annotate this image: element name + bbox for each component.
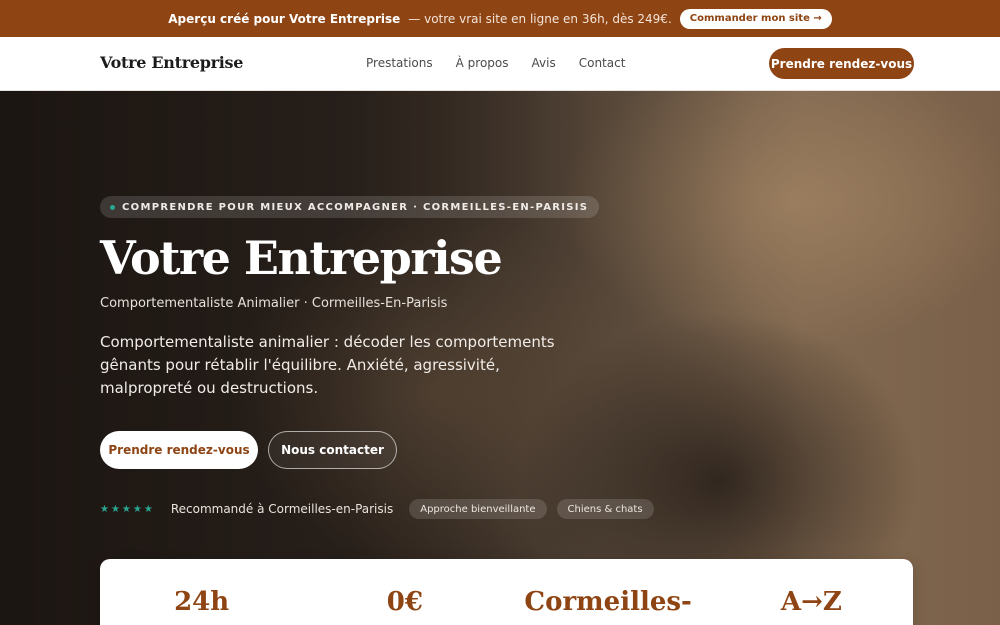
order-site-button[interactable]: Commander mon site → [679,8,832,29]
hero-description: Comportementaliste animalier : décoder l… [100,333,555,397]
stat-0-euro: 0€ [386,587,423,617]
nav-item-prestations[interactable]: Prestations [366,56,433,70]
stat-24h: 24h [174,587,230,617]
trust-row: ★★★★★ Recommandé à Cormeilles-en-Parisis… [100,499,654,519]
nav-item-avis[interactable]: Avis [532,56,556,70]
hero-contact-button[interactable]: Nous contacter [268,431,397,469]
site-logo[interactable]: Votre Entreprise [100,53,243,72]
stat-a-to-z: A→Z [780,587,842,617]
promo-preview-text: Aperçu créé pour Votre Entreprise [168,11,401,26]
hero-badge-text: COMPRENDRE POUR MIEUX ACCOMPAGNER · CORM… [122,201,589,213]
hero-section: COMPRENDRE POUR MIEUX ACCOMPAGNER · CORM… [0,91,1000,625]
promo-tagline: — votre vrai site en ligne en 36h, dès 2… [408,11,672,26]
badge-dot-icon [110,204,115,210]
hero-title: Votre Entreprise [100,231,503,285]
hero-book-appointment-button[interactable]: Prendre rendez-vous [100,431,258,469]
rating-stars-icon: ★★★★★ [100,503,155,515]
hero-subtitle: Comportementaliste Animalier · Cormeille… [100,296,448,311]
stats-card: 24h 0€ Cormeilles- A→Z [100,559,913,625]
nav-menu: Prestations À propos Avis Contact [366,56,625,70]
stat-cormeilles: Cormeilles- [524,587,692,617]
top-nav: Votre Entreprise Prestations À propos Av… [0,37,1000,91]
pill-approche: Approche bienveillante [409,499,547,519]
nav-book-appointment-button[interactable]: Prendre rendez-vous [769,48,914,79]
recommended-text: Recommandé à Cormeilles-en-Parisis [170,502,394,516]
hero-badge: COMPRENDRE POUR MIEUX ACCOMPAGNER · CORM… [100,196,600,218]
promo-banner: Aperçu créé pour Votre Entreprise — votr… [0,0,1000,37]
nav-item-contact[interactable]: Contact [579,56,626,70]
pill-chiens-chats: Chiens & chats [556,499,654,519]
nav-item-a-propos[interactable]: À propos [456,56,509,70]
